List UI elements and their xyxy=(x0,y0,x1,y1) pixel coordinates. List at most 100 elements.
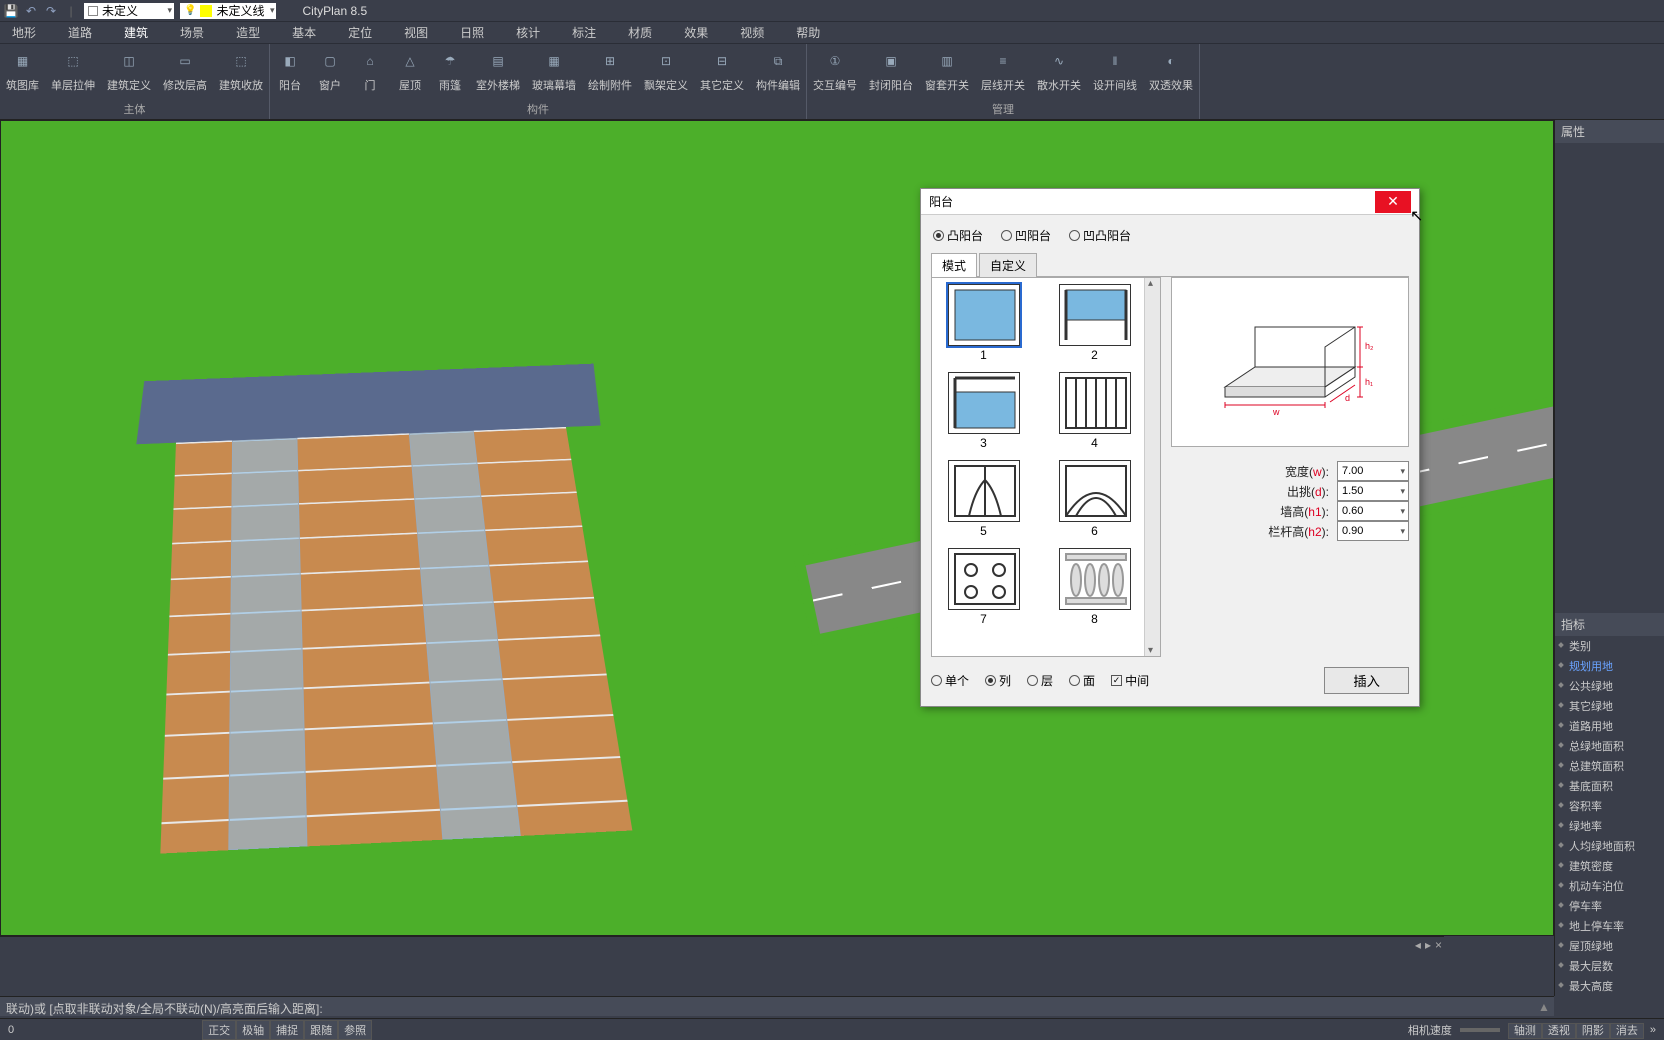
dialog-close-button[interactable]: ✕ xyxy=(1375,191,1411,213)
indicator-item[interactable]: 屋顶绿地 xyxy=(1555,936,1664,956)
ribbon-封闭阳台[interactable]: ▣封闭阳台 xyxy=(863,44,919,101)
menu-item[interactable]: 材质 xyxy=(628,24,652,41)
camera-speed-slider[interactable] xyxy=(1460,1028,1500,1032)
thumbnail-scrollbar[interactable] xyxy=(1144,278,1160,656)
ribbon-玻璃幕墙[interactable]: ▦玻璃幕墙 xyxy=(526,44,582,101)
dialog-titlebar[interactable]: 阳台 ✕ xyxy=(921,189,1419,215)
balcony-thumbnail[interactable]: 3 xyxy=(938,372,1029,450)
ribbon-绘制附件[interactable]: ⊞绘制附件 xyxy=(582,44,638,101)
indicator-item[interactable]: 最大高度 xyxy=(1555,976,1664,996)
command-scroll-icon[interactable]: ▲ xyxy=(1538,1000,1552,1014)
ribbon-建筑收放[interactable]: ⬚建筑收放 xyxy=(213,44,269,101)
indicator-item[interactable]: 道路用地 xyxy=(1555,716,1664,736)
ribbon-散水开关[interactable]: ∿散水开关 xyxy=(1031,44,1087,101)
ribbon-雨篷[interactable]: ☂雨篷 xyxy=(430,44,470,101)
ribbon-飘架定义[interactable]: ⊡飘架定义 xyxy=(638,44,694,101)
placement-radio[interactable]: 层 xyxy=(1027,672,1053,689)
param-combo-h2[interactable]: 0.90 xyxy=(1337,521,1409,541)
indicator-item[interactable]: 类别 xyxy=(1555,636,1664,656)
ribbon-双透效果[interactable]: ◐双透效果 xyxy=(1143,44,1199,101)
menu-item[interactable]: 道路 xyxy=(68,24,92,41)
menu-item[interactable]: 地形 xyxy=(12,24,36,41)
balcony-thumbnail[interactable]: 1 xyxy=(938,284,1029,362)
ribbon-窗户[interactable]: ▢窗户 xyxy=(310,44,350,101)
command-line[interactable]: 联动)或 [点取非联动对象/全局不联动(N)/高亮面后输入距离]: xyxy=(0,996,1554,1016)
indicator-item[interactable]: 总建筑面积 xyxy=(1555,756,1664,776)
indicator-item[interactable]: 人均绿地面积 xyxy=(1555,836,1664,856)
snap-toggle[interactable]: 极轴 xyxy=(236,1020,270,1040)
insert-button[interactable]: 插入 xyxy=(1324,667,1409,694)
indicator-item[interactable]: 机动车泊位 xyxy=(1555,876,1664,896)
menu-item[interactable]: 标注 xyxy=(572,24,596,41)
ribbon-设开间线[interactable]: ‖设开间线 xyxy=(1087,44,1143,101)
balcony-thumbnail[interactable]: 6 xyxy=(1049,460,1140,538)
menu-item[interactable]: 视图 xyxy=(404,24,428,41)
tab-right-icon[interactable]: ▸ xyxy=(1425,938,1431,952)
tab-close-icon[interactable]: × xyxy=(1435,938,1442,952)
param-combo-w[interactable]: 7.00 xyxy=(1337,461,1409,481)
indicator-item[interactable]: 公共绿地 xyxy=(1555,676,1664,696)
ribbon-阳台[interactable]: ◧阳台 xyxy=(270,44,310,101)
status-more-icon[interactable]: » xyxy=(1646,1024,1660,1036)
view-mode-button[interactable]: 透视 xyxy=(1542,1023,1576,1039)
ribbon-其它定义[interactable]: ⊟其它定义 xyxy=(694,44,750,101)
snap-toggle[interactable]: 跟随 xyxy=(304,1020,338,1040)
menu-item[interactable]: 核计 xyxy=(516,24,540,41)
undo-icon[interactable]: ↶ xyxy=(24,4,38,18)
ribbon-窗套开关[interactable]: ▥窗套开关 xyxy=(919,44,975,101)
balcony-type-radio[interactable]: 凸阳台 xyxy=(933,227,983,244)
tab-left-icon[interactable]: ◂ xyxy=(1415,938,1421,952)
placement-radio[interactable]: 列 xyxy=(985,672,1011,689)
ribbon-屋顶[interactable]: △屋顶 xyxy=(390,44,430,101)
menu-item[interactable]: 建筑 xyxy=(124,24,148,41)
balcony-type-radio[interactable]: 凹阳台 xyxy=(1001,227,1051,244)
ribbon-门[interactable]: ⌂门 xyxy=(350,44,390,101)
ribbon-层线开关[interactable]: ≡层线开关 xyxy=(975,44,1031,101)
layer-dropdown-2[interactable]: 💡 未定义线 xyxy=(180,3,276,19)
param-combo-h1[interactable]: 0.60 xyxy=(1337,501,1409,521)
balcony-thumbnail[interactable]: 4 xyxy=(1049,372,1140,450)
menu-item[interactable]: 视频 xyxy=(740,24,764,41)
indicator-item[interactable]: 规划用地 xyxy=(1555,656,1664,676)
menu-item[interactable]: 日照 xyxy=(460,24,484,41)
dialog-tab[interactable]: 模式 xyxy=(931,253,977,277)
balcony-thumbnail[interactable]: 8 xyxy=(1049,548,1140,626)
indicator-item[interactable]: 停车率 xyxy=(1555,896,1664,916)
middle-checkbox[interactable]: ✓中间 xyxy=(1111,672,1149,689)
ribbon-单层拉伸[interactable]: ⬚单层拉伸 xyxy=(45,44,101,101)
dialog-tab[interactable]: 自定义 xyxy=(979,253,1037,277)
ribbon-交互编号[interactable]: ①交互编号 xyxy=(807,44,863,101)
balcony-thumbnail[interactable]: 5 xyxy=(938,460,1029,538)
snap-toggle[interactable]: 捕捉 xyxy=(270,1020,304,1040)
menu-item[interactable]: 基本 xyxy=(292,24,316,41)
view-mode-button[interactable]: 轴测 xyxy=(1508,1023,1542,1039)
placement-radio[interactable]: 单个 xyxy=(931,672,969,689)
balcony-thumbnail[interactable]: 7 xyxy=(938,548,1029,626)
menu-item[interactable]: 效果 xyxy=(684,24,708,41)
snap-toggle[interactable]: 参照 xyxy=(338,1020,372,1040)
indicator-item[interactable]: 绿地率 xyxy=(1555,816,1664,836)
snap-toggle[interactable]: 正交 xyxy=(202,1020,236,1040)
placement-radio[interactable]: 面 xyxy=(1069,672,1095,689)
redo-icon[interactable]: ↷ xyxy=(44,4,58,18)
menu-item[interactable]: 场景 xyxy=(180,24,204,41)
menu-item[interactable]: 造型 xyxy=(236,24,260,41)
layer-dropdown-1[interactable]: 未定义 xyxy=(84,3,174,19)
view-mode-button[interactable]: 消去 xyxy=(1610,1023,1644,1039)
balcony-type-radio[interactable]: 凹凸阳台 xyxy=(1069,227,1131,244)
indicator-item[interactable]: 建筑密度 xyxy=(1555,856,1664,876)
view-mode-button[interactable]: 阴影 xyxy=(1576,1023,1610,1039)
save-icon[interactable]: 💾 xyxy=(4,4,18,18)
ribbon-室外楼梯[interactable]: ▤室外楼梯 xyxy=(470,44,526,101)
balcony-thumbnail[interactable]: 2 xyxy=(1049,284,1140,362)
ribbon-筑图库[interactable]: ▦筑图库 xyxy=(0,44,45,101)
menu-item[interactable]: 定位 xyxy=(348,24,372,41)
ribbon-建筑定义[interactable]: ◫建筑定义 xyxy=(101,44,157,101)
indicator-item[interactable]: 总绿地面积 xyxy=(1555,736,1664,756)
ribbon-修改层高[interactable]: ▭修改层高 xyxy=(157,44,213,101)
menu-item[interactable]: 帮助 xyxy=(796,24,820,41)
ribbon-构件编辑[interactable]: ⧉构件编辑 xyxy=(750,44,806,101)
indicator-item[interactable]: 容积率 xyxy=(1555,796,1664,816)
indicator-item[interactable]: 地上停车率 xyxy=(1555,916,1664,936)
indicator-item[interactable]: 最大层数 xyxy=(1555,956,1664,976)
